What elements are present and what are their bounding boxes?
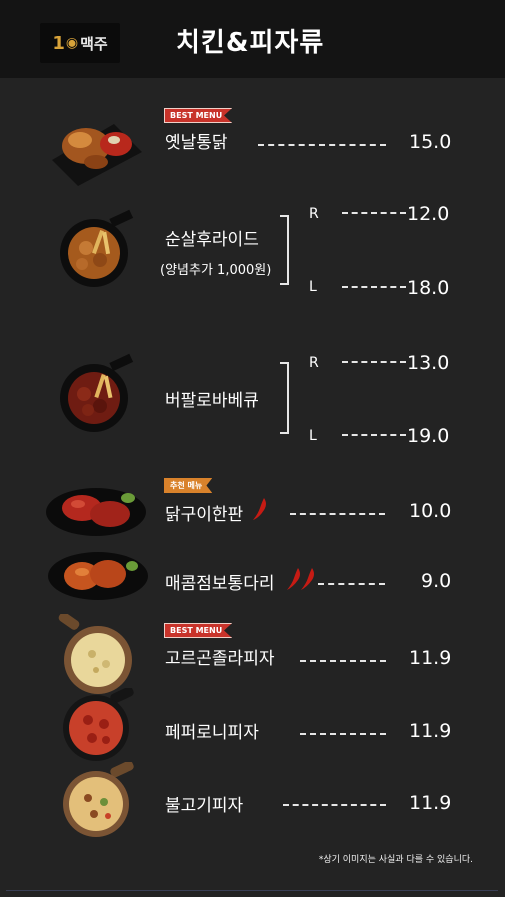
image-disclaimer: *상기 이미지는 사실과 다를 수 있습니다.: [318, 855, 473, 865]
size-bracket: [280, 215, 289, 285]
best-menu-badge: BEST MENU: [164, 623, 233, 638]
dot-leader: [290, 513, 385, 515]
item-image-boneless-fried: [60, 209, 134, 287]
item-image-buffalo-bbq: [60, 353, 134, 432]
item-note-sauce-extra: (양념추가 1,000원): [160, 263, 272, 278]
item-name-gorgonzola-pizza: 고르곤졸라피자: [165, 649, 275, 669]
dot-leader: [300, 660, 386, 662]
dot-leader: [342, 212, 406, 214]
dot-leader: [318, 583, 385, 585]
size-label-l: L: [309, 428, 317, 444]
item-price-grilled-chicken: 10.0: [409, 500, 452, 522]
dot-leader: [258, 144, 386, 146]
page-title: 치킨&피자류: [176, 28, 325, 58]
extra-spicy-pepper-icon: [287, 568, 314, 590]
beer-mug-icon: ◉: [65, 35, 79, 51]
item-image-bulgogi-pizza: [63, 762, 134, 837]
size-label-r: R: [309, 355, 319, 371]
item-image-spicy-jumbo-drumstick: [48, 552, 148, 600]
item-price-bulgogi-pizza: 11.9: [409, 792, 452, 814]
item-price-buffalo-bbq-l: 19.0: [407, 425, 450, 447]
brand-logo: 1 ◉ 맥주: [40, 23, 120, 63]
item-price-pepperoni-pizza: 11.9: [409, 720, 452, 742]
item-price-old-style-chicken: 15.0: [409, 131, 452, 153]
item-image-grilled-chicken: [46, 488, 146, 536]
dot-leader: [342, 434, 406, 436]
item-name-buffalo-bbq: 버팔로바베큐: [165, 391, 259, 411]
logo-number: 1: [52, 32, 65, 54]
recommended-menu-badge: 추천 메뉴: [164, 478, 213, 493]
item-image-old-style-chicken: [52, 124, 142, 186]
item-name-spicy-jumbo-drumstick: 매콤점보통다리: [165, 574, 275, 594]
header-bar: 1 ◉ 맥주 치킨&피자류: [0, 0, 505, 78]
size-label-r: R: [309, 206, 319, 222]
item-price-boneless-fried-r: 12.0: [407, 203, 450, 225]
item-image-gorgonzola-pizza: [58, 614, 132, 694]
item-price-gorgonzola-pizza: 11.9: [409, 647, 452, 669]
size-label-l: L: [309, 279, 317, 295]
item-name-grilled-chicken: 닭구이한판: [165, 505, 244, 525]
item-image-pepperoni-pizza: [63, 688, 134, 761]
item-price-boneless-fried-l: 18.0: [407, 277, 450, 299]
footer-divider: [6, 890, 498, 891]
best-menu-badge: BEST MENU: [164, 108, 233, 123]
size-bracket: [280, 362, 289, 434]
spicy-pepper-icon: [253, 498, 266, 520]
item-name-pepperoni-pizza: 페퍼로니피자: [165, 723, 259, 743]
item-name-bulgogi-pizza: 불고기피자: [165, 796, 244, 816]
item-name-old-style-chicken: 옛날통닭: [165, 133, 228, 153]
dot-leader: [300, 733, 386, 735]
item-price-buffalo-bbq-r: 13.0: [407, 352, 450, 374]
item-name-boneless-fried: 순살후라이드: [165, 230, 259, 250]
item-price-spicy-jumbo-drumstick: 9.0: [421, 570, 452, 592]
logo-text: 맥주: [80, 34, 108, 53]
dot-leader: [342, 286, 406, 288]
dot-leader: [283, 804, 386, 806]
dot-leader: [342, 361, 406, 363]
